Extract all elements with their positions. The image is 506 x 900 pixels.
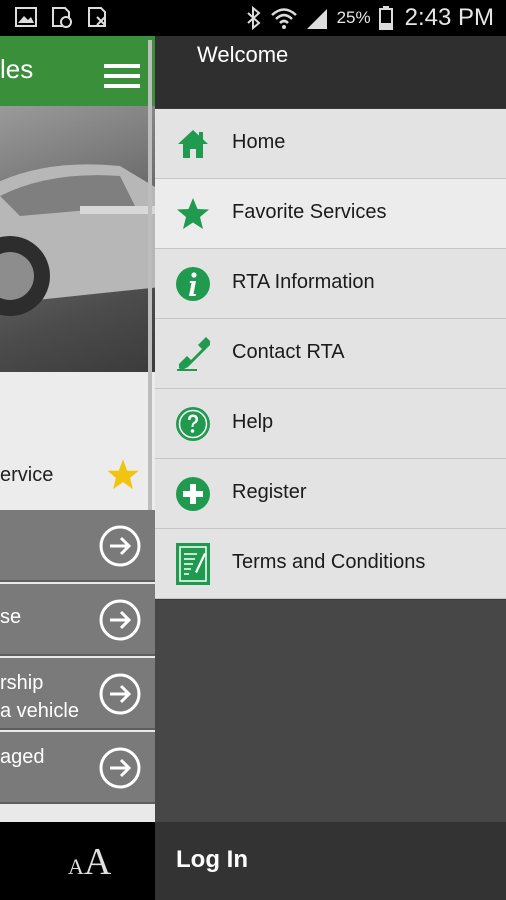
- welcome-text: Welcome: [197, 42, 289, 67]
- menu-item-label: Help: [232, 411, 274, 433]
- list-item[interactable]: se: [0, 584, 155, 656]
- battery-icon: [378, 6, 393, 30]
- car-image: [0, 164, 155, 316]
- list-item[interactable]: aged: [0, 732, 155, 804]
- sim-settings-icon: [52, 7, 72, 28]
- arrow-right-icon[interactable]: [98, 524, 142, 568]
- list-item-label: se: [0, 606, 22, 628]
- arrow-right-icon[interactable]: [98, 746, 142, 790]
- navigation-drawer: Welcome Home Favorite Services RTA Infor…: [155, 36, 506, 900]
- menu-item-terms-and-conditions[interactable]: Terms and Conditions: [155, 529, 506, 599]
- menu-item-label: Home: [232, 131, 286, 153]
- list-item[interactable]: [0, 510, 155, 582]
- font-size-small-label: A: [68, 854, 84, 879]
- favorite-service-label: ervice: [0, 464, 54, 486]
- menu-item-help[interactable]: Help: [155, 389, 506, 459]
- drawer-footer: Log In: [155, 822, 506, 900]
- background-app: les ervice se rship a vehicle aged AA: [0, 36, 155, 900]
- clock: 2:43 PM: [404, 4, 494, 31]
- battery-percent: 25%: [336, 8, 371, 27]
- star-icon[interactable]: [106, 458, 140, 492]
- menu-item-label: Register: [232, 481, 307, 503]
- wifi-icon: [270, 8, 297, 29]
- list-item[interactable]: rship a vehicle: [0, 658, 155, 730]
- menu-item-contact-rta[interactable]: Contact RTA: [155, 319, 506, 389]
- menu-item-register[interactable]: Register: [155, 459, 506, 529]
- app-title: les: [0, 54, 34, 84]
- app-header: les: [0, 36, 155, 106]
- help-icon: [176, 407, 210, 441]
- bluetooth-icon: [246, 6, 261, 30]
- signal-icon: [306, 9, 327, 29]
- arrow-right-icon[interactable]: [98, 598, 142, 642]
- menu-item-home[interactable]: Home: [155, 109, 506, 179]
- drawer-empty-area: [155, 600, 506, 822]
- document-icon: [176, 543, 210, 585]
- list-item-label: aged: [0, 746, 45, 768]
- app-footer: AA: [0, 822, 155, 900]
- status-bar: 25% 2:43 PM: [0, 0, 506, 36]
- list-item-label-line2: a vehicle: [0, 700, 79, 722]
- home-icon: [178, 130, 208, 158]
- font-size-large-label: A: [83, 841, 112, 883]
- hero-image: [0, 106, 155, 372]
- gallery-icon: [15, 7, 37, 27]
- add-icon: [176, 477, 210, 511]
- menu-item-favorite-services[interactable]: Favorite Services: [155, 179, 506, 249]
- arrow-right-icon[interactable]: [98, 672, 142, 716]
- menu-item-label: Favorite Services: [232, 201, 387, 223]
- star-icon: [177, 198, 209, 229]
- menu-item-label: Terms and Conditions: [232, 551, 426, 573]
- scrollbar[interactable]: [148, 40, 152, 510]
- font-size-toggle[interactable]: AA: [68, 840, 111, 884]
- favorite-service-row[interactable]: ervice: [0, 372, 155, 510]
- menu-item-rta-information[interactable]: RTA Information: [155, 249, 506, 319]
- menu-item-label: Contact RTA: [232, 341, 345, 363]
- no-sim-icon: [88, 7, 106, 27]
- drawer-header: Welcome: [155, 36, 506, 108]
- info-icon: [176, 267, 210, 301]
- menu-item-label: RTA Information: [232, 271, 375, 293]
- drawer-menu: Home Favorite Services RTA Information C…: [155, 109, 506, 599]
- phone-icon: [177, 337, 210, 371]
- list-item-label: rship: [0, 672, 44, 694]
- login-button[interactable]: Log In: [176, 846, 248, 874]
- hamburger-menu-icon[interactable]: [104, 64, 140, 88]
